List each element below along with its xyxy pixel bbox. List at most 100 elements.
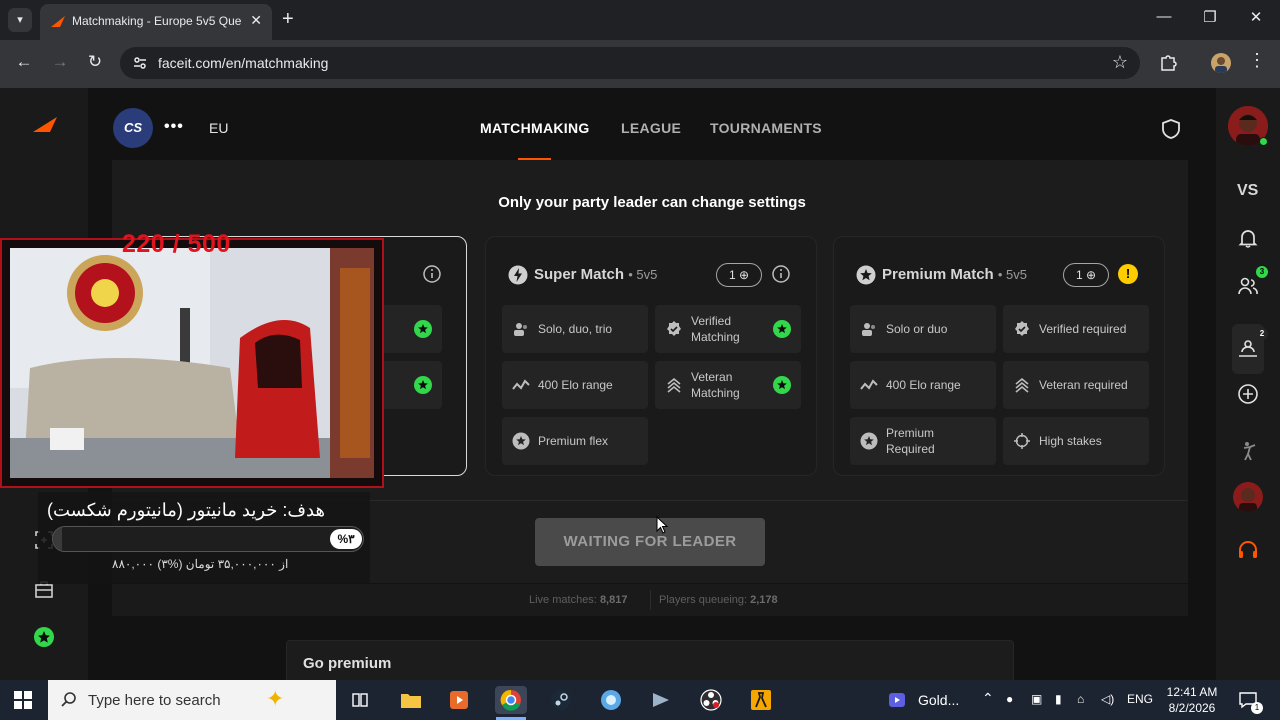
card-title: Premium Match • 5v5 — [882, 266, 1027, 283]
taskbar-search-box[interactable]: Type here to search ✦ — [48, 680, 336, 720]
system-clock[interactable]: 12:41 AM 8/2/2026 — [1160, 684, 1224, 716]
media-player-icon[interactable] — [443, 686, 475, 714]
queue-card-super-match[interactable]: Super Match • 5v5 1 ⊕ Solo, duo, trio Ve… — [485, 236, 817, 476]
mouse-cursor-icon — [656, 516, 668, 534]
tab-league[interactable]: LEAGUE — [621, 120, 681, 136]
veteran-chevrons-icon — [1015, 377, 1029, 393]
notifications-bell-icon[interactable] — [1237, 227, 1259, 249]
info-icon[interactable] — [771, 264, 791, 284]
tray-app-icon[interactable]: ▣ — [1031, 692, 1042, 706]
queue-card-premium-match[interactable]: Premium Match • 5v5 1 ⊕ ! Solo or duo Ve… — [833, 236, 1165, 476]
online-status-dot — [1259, 137, 1268, 146]
chrome-menu-icon[interactable]: ⋮ — [1248, 50, 1266, 71]
premium-star-icon[interactable] — [32, 625, 56, 649]
top-nav: CS ••• EU MATCHMAKING LEAGUE TOURNAMENTS — [88, 88, 1216, 160]
search-highlight-icon[interactable]: ✦ — [266, 686, 284, 712]
feature-tile: Verified required — [1003, 305, 1149, 353]
feature-label: Veteran Matching — [691, 370, 740, 400]
support-headset-icon[interactable] — [1237, 539, 1259, 561]
party-size-pill[interactable]: 1 ⊕ — [716, 263, 762, 287]
language-indicator[interactable]: ENG — [1127, 692, 1153, 706]
premium-star-icon — [512, 432, 530, 450]
tray-volume-icon[interactable]: ◁) — [1101, 692, 1114, 706]
close-window-button[interactable]: ✕ — [1246, 8, 1266, 26]
premium-star-icon — [860, 432, 878, 450]
clock-date: 8/2/2026 — [1168, 701, 1216, 715]
browser-toolbar: ← → ↻ faceit.com/en/matchmaking ☆ ⋮ — [0, 40, 1280, 88]
tab-matchmaking[interactable]: MATCHMAKING — [480, 120, 590, 136]
club-soldier-icon[interactable] — [1237, 439, 1259, 461]
tab-tournaments[interactable]: TOURNAMENTS — [710, 120, 822, 136]
party-icon[interactable] — [1237, 338, 1259, 360]
extensions-icon[interactable] — [1158, 52, 1178, 72]
minimize-button[interactable]: — — [1154, 8, 1174, 25]
profile-avatar[interactable] — [1211, 53, 1231, 73]
faceit-logo-icon[interactable] — [32, 116, 58, 134]
anti-cheat-shield-icon[interactable] — [1160, 118, 1182, 140]
media-app-label[interactable]: Gold... — [918, 692, 959, 708]
address-bar[interactable]: faceit.com/en/matchmaking ☆ — [120, 47, 1140, 79]
feature-tile: Solo, duo, trio — [502, 305, 648, 353]
donation-progress-bar — [52, 526, 364, 552]
elo-range-icon — [512, 379, 530, 390]
lightning-icon — [508, 265, 528, 285]
media-app-icon[interactable] — [888, 691, 906, 709]
tray-chevron-icon[interactable]: ⌃ — [982, 690, 994, 707]
tab-title: Matchmaking - Europe 5v5 Queue — [72, 14, 242, 28]
tab-search-button[interactable]: ▾ — [8, 8, 32, 32]
tray-mic-icon[interactable]: ▮ — [1055, 692, 1062, 706]
back-button[interactable]: ← — [12, 52, 36, 72]
feature-tile: Verified Matching — [655, 305, 801, 353]
site-settings-icon[interactable] — [132, 55, 148, 71]
obs-icon[interactable] — [695, 686, 727, 714]
feature-label: Verified Matching — [691, 314, 740, 344]
file-explorer-icon[interactable] — [395, 686, 427, 714]
restore-button[interactable]: ❐ — [1200, 8, 1220, 26]
region-label[interactable]: EU — [209, 120, 228, 136]
windows-start-icon[interactable] — [14, 691, 32, 709]
task-view-icon[interactable] — [344, 686, 376, 714]
info-icon[interactable] — [422, 264, 442, 284]
browser-tab[interactable]: Matchmaking - Europe 5v5 Queue ✕ — [40, 4, 272, 40]
tab-close-icon[interactable]: ✕ — [250, 12, 262, 29]
new-tab-button[interactable]: + — [282, 8, 294, 30]
tray-network-icon[interactable]: ● — [1006, 692, 1013, 706]
friends-online-badge: 3 — [1256, 266, 1268, 278]
live-matches-stat: Live matches: 8,817 — [529, 594, 628, 606]
forward-button[interactable]: → — [48, 52, 72, 72]
chrome-taskbar-icon[interactable] — [495, 686, 527, 714]
check-badge-icon — [773, 320, 791, 338]
reload-button[interactable]: ↻ — [83, 52, 107, 72]
check-badge-icon — [414, 376, 432, 394]
tray-wifi-icon[interactable]: ⌂ — [1077, 692, 1084, 706]
game-selector-cs2[interactable]: CS — [113, 108, 153, 148]
party-leader-notice: Only your party leader can change settin… — [498, 194, 806, 211]
right-sidebar: VS 3 2 — [1216, 88, 1280, 680]
game-launcher-icon[interactable] — [645, 686, 677, 714]
counter-strike-icon[interactable] — [745, 686, 777, 714]
feature-label: Verified required — [1039, 322, 1127, 336]
warning-icon[interactable]: ! — [1118, 264, 1138, 284]
party-size-pill[interactable]: 1 ⊕ — [1063, 263, 1109, 287]
check-badge-icon — [414, 320, 432, 338]
feature-label: 400 Elo range — [538, 378, 613, 392]
more-games-icon[interactable]: ••• — [164, 118, 184, 136]
feature-tile: Veteran Matching — [655, 361, 801, 409]
donation-percent-badge: %۳ — [330, 529, 362, 549]
stats-divider — [650, 590, 651, 610]
search-icon — [61, 692, 76, 707]
subscriber-counter: 220 / 500 — [122, 230, 231, 258]
bookmark-star-icon[interactable]: ☆ — [1112, 52, 1128, 73]
add-circle-icon[interactable] — [1237, 383, 1259, 405]
vs-challenge-button[interactable]: VS — [1237, 182, 1258, 200]
donation-goal-amount: ۸۸۰,۰۰۰ از ۳۵,۰۰۰,۰۰۰ تومان (%۳) — [112, 557, 289, 571]
circle-app-icon[interactable] — [595, 686, 627, 714]
feature-tile: Premium Required — [850, 417, 996, 465]
feature-tile: High stakes — [1003, 417, 1149, 465]
steam-icon[interactable] — [545, 686, 577, 714]
friend-avatar[interactable] — [1233, 482, 1263, 512]
friends-icon[interactable] — [1237, 275, 1259, 297]
waiting-for-leader-button[interactable]: WAITING FOR LEADER — [535, 518, 765, 566]
donation-progress-fill — [53, 527, 63, 551]
feature-label: High stakes — [1039, 434, 1102, 448]
